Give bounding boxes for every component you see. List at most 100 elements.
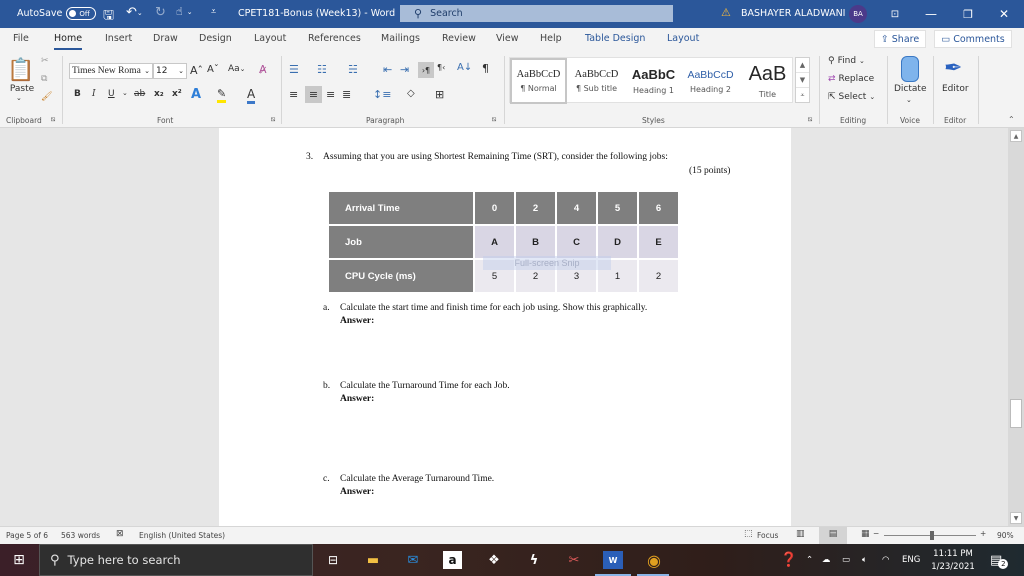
decrease-indent-icon[interactable]: ⇤ xyxy=(383,63,392,76)
table-cell[interactable]: E xyxy=(637,224,680,260)
share-button[interactable]: ⇪ Share xyxy=(874,30,926,48)
table-cell[interactable]: 2 xyxy=(637,258,680,294)
tab-draw[interactable]: Draw xyxy=(153,33,178,44)
shrink-font-icon[interactable]: Aˇ xyxy=(207,64,219,75)
close-icon[interactable]: ✕ xyxy=(986,0,1022,28)
show-hidden-icons[interactable]: ⌃ xyxy=(806,544,813,576)
amazon-icon[interactable]: a xyxy=(443,551,462,569)
numbering-icon[interactable]: ☷ xyxy=(317,63,327,76)
snipping-tool-icon[interactable]: ✂ xyxy=(563,550,585,570)
focus-button[interactable]: Focus xyxy=(757,531,778,540)
shading-icon[interactable]: ◇ xyxy=(407,88,415,99)
align-left-icon[interactable]: ≡ xyxy=(289,88,298,101)
style-heading-1[interactable]: AaBbC Heading 1 xyxy=(625,58,682,104)
read-mode-icon[interactable]: ▥ xyxy=(796,529,805,539)
autosave-toggle[interactable]: Off xyxy=(66,7,97,20)
style-title[interactable]: AaB Title xyxy=(739,58,796,104)
windows-start-icon[interactable]: ⊞ xyxy=(8,550,30,570)
zoom-level[interactable]: 90% xyxy=(997,531,1014,540)
zoom-slider-thumb[interactable] xyxy=(930,531,934,540)
table-cell[interactable]: C xyxy=(555,224,598,260)
help-icon[interactable]: ❓ xyxy=(780,544,797,576)
borders-icon[interactable]: ⊞ xyxy=(435,88,444,101)
collapse-ribbon-icon[interactable]: ⌃ xyxy=(1008,115,1015,124)
microphone-icon[interactable] xyxy=(901,56,919,82)
line-spacing-icon[interactable]: ↕≡ xyxy=(373,88,391,101)
wifi-icon[interactable]: ◠ xyxy=(882,544,889,576)
text-effects-icon[interactable]: A xyxy=(191,87,201,102)
underline-dropdown-icon[interactable]: ⌄ xyxy=(122,89,128,97)
font-name-dropdown[interactable]: Times New Roma ⌄ xyxy=(69,63,153,79)
align-center-icon[interactable]: ≡ xyxy=(305,86,322,103)
find-button[interactable]: ⚲ Find ⌄ xyxy=(828,56,865,66)
increase-indent-icon[interactable]: ⇥ xyxy=(400,63,409,76)
table-cell[interactable]: A xyxy=(473,224,516,260)
tab-table-design[interactable]: Table Design xyxy=(585,33,645,44)
scroll-up-icon[interactable]: ▲ xyxy=(796,58,809,73)
proofing-icon[interactable]: ⊠ xyxy=(116,529,124,539)
table-cell[interactable]: 4 xyxy=(555,190,598,226)
table-cell[interactable]: 5 xyxy=(596,190,639,226)
table-cell[interactable]: B xyxy=(514,224,557,260)
tab-insert[interactable]: Insert xyxy=(105,33,132,44)
dictate-dropdown-icon[interactable]: ⌄ xyxy=(906,96,912,104)
replace-button[interactable]: ⇄ Replace xyxy=(828,74,874,84)
font-size-dropdown[interactable]: 12 ⌄ xyxy=(153,63,187,79)
redo-icon[interactable]: ↻ xyxy=(155,5,166,20)
clipboard-launcher-icon[interactable]: ⧅ xyxy=(51,115,55,124)
chrome-icon[interactable]: ◉ xyxy=(643,550,665,570)
superscript-button[interactable]: x² xyxy=(172,89,182,99)
paste-button[interactable]: Paste xyxy=(10,84,34,94)
search-box[interactable]: ⚲ Search xyxy=(400,5,673,22)
grow-font-icon[interactable]: Aˆ xyxy=(190,64,203,77)
row-header[interactable]: CPU Cycle (ms) xyxy=(327,258,475,294)
scroll-down-icon[interactable]: ▼ xyxy=(1010,512,1022,524)
bullets-icon[interactable]: ☰ xyxy=(289,63,299,76)
format-painter-icon[interactable]: 🖌 xyxy=(41,92,52,102)
paste-dropdown-icon[interactable]: ⌄ xyxy=(16,94,22,102)
font-launcher-icon[interactable]: ⧅ xyxy=(271,115,275,124)
task-view-icon[interactable]: ⊟ xyxy=(322,550,344,570)
focus-icon[interactable]: ⬚ xyxy=(744,529,753,539)
select-button[interactable]: ⇱ Select ⌄ xyxy=(828,92,875,102)
mail-icon[interactable]: ✉ xyxy=(402,550,424,570)
comments-button[interactable]: ▭ Comments xyxy=(934,30,1012,48)
scroll-down-icon[interactable]: ▼ xyxy=(796,73,809,88)
style-normal[interactable]: AaBbCcD ¶ Normal xyxy=(510,58,567,104)
change-case-button[interactable]: Aa ⌄ xyxy=(228,64,246,74)
touch-mode-icon[interactable]: ☝ ⌄ xyxy=(176,5,193,18)
table-cell[interactable]: 0 xyxy=(473,190,516,226)
copy-icon[interactable]: ⧉ xyxy=(41,74,47,84)
align-right-icon[interactable]: ≡ xyxy=(326,88,335,101)
minimize-icon[interactable]: — xyxy=(913,0,949,28)
tab-review[interactable]: Review xyxy=(442,33,476,44)
clear-formatting-icon[interactable]: A̷ xyxy=(259,63,267,76)
app-s-icon[interactable]: ϟ xyxy=(523,550,545,570)
underline-button[interactable]: U xyxy=(108,89,115,99)
word-icon[interactable]: W xyxy=(603,551,623,569)
undo-icon[interactable]: ↶ ⌄ xyxy=(126,5,143,20)
scrollbar-thumb[interactable] xyxy=(1010,399,1022,428)
customize-qat-icon[interactable]: ⩡ xyxy=(211,7,216,17)
tab-view[interactable]: View xyxy=(496,33,519,44)
word-count[interactable]: 563 words xyxy=(61,531,100,540)
sort-icon[interactable]: A↓ xyxy=(457,62,472,73)
show-formatting-icon[interactable]: ¶ xyxy=(482,62,489,75)
table-cell[interactable]: 2 xyxy=(514,190,557,226)
scroll-up-icon[interactable]: ▲ xyxy=(1010,130,1022,142)
taskbar-search[interactable]: ⚲ Type here to search xyxy=(39,544,313,576)
style-heading-2[interactable]: AaBbCcD Heading 2 xyxy=(682,58,739,104)
clock[interactable]: 11:11 PM 1/23/2021 xyxy=(930,544,976,576)
strikethrough-button[interactable]: ab xyxy=(134,89,145,99)
dictate-button[interactable]: Dictate xyxy=(894,84,927,94)
row-header[interactable]: Job xyxy=(327,224,475,260)
onedrive-icon[interactable]: ☁ xyxy=(822,544,831,576)
autosave[interactable]: AutoSave Off xyxy=(17,7,97,20)
bold-button[interactable]: B xyxy=(74,89,81,99)
print-layout-icon[interactable]: ▤ xyxy=(819,527,847,544)
restore-icon[interactable]: ❐ xyxy=(950,0,986,28)
ltr-icon[interactable]: ›¶ xyxy=(418,62,434,78)
multilevel-list-icon[interactable]: ☵ xyxy=(348,63,358,76)
cut-icon[interactable]: ✂ xyxy=(41,56,49,66)
document-page[interactable]: 3. Assuming that you are using Shortest … xyxy=(219,128,791,526)
